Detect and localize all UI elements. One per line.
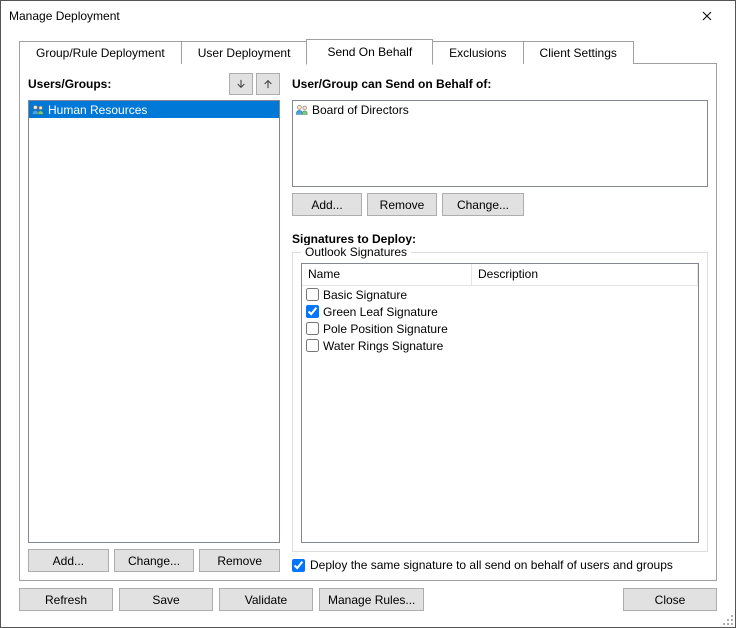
column-header-description[interactable]: Description [472, 264, 698, 286]
tab-user-deployment[interactable]: User Deployment [181, 41, 308, 64]
list-item[interactable]: Board of Directors [293, 101, 707, 118]
tab-client-settings[interactable]: Client Settings [523, 41, 634, 64]
tabstrip: Group/Rule Deployment User Deployment Se… [19, 39, 717, 64]
table-row[interactable]: Green Leaf Signature [302, 303, 698, 320]
signatures-label: Signatures to Deploy: [292, 232, 708, 246]
tab-exclusions[interactable]: Exclusions [432, 41, 523, 64]
behalf-list[interactable]: Board of Directors [292, 100, 708, 187]
signature-name: Pole Position Signature [323, 322, 448, 336]
table-header: Name Description [302, 264, 698, 286]
user-group-icon [31, 103, 45, 117]
arrow-up-icon [263, 78, 273, 90]
signature-checkbox[interactable] [306, 305, 319, 318]
validate-button[interactable]: Validate [219, 588, 313, 611]
bottom-button-bar: Refresh Save Validate Manage Rules... Cl… [9, 582, 727, 619]
users-change-button[interactable]: Change... [114, 549, 195, 572]
behalf-add-button[interactable]: Add... [292, 193, 362, 216]
manage-rules-button[interactable]: Manage Rules... [319, 588, 424, 611]
behalf-change-button[interactable]: Change... [442, 193, 524, 216]
list-item-label: Board of Directors [312, 103, 409, 117]
tab-send-on-behalf[interactable]: Send On Behalf [306, 39, 433, 65]
right-column: User/Group can Send on Behalf of: Board … [292, 72, 708, 572]
titlebar: Manage Deployment [1, 1, 735, 31]
tab-panel: Users/Groups: [19, 63, 717, 581]
close-icon[interactable] [687, 1, 727, 31]
table-row[interactable]: Water Rings Signature [302, 337, 698, 354]
list-item[interactable]: Human Resources [29, 101, 279, 118]
signatures-table: Name Description Basic Signature Green L… [301, 263, 699, 543]
signature-name: Basic Signature [323, 288, 407, 302]
refresh-button[interactable]: Refresh [19, 588, 113, 611]
signature-checkbox[interactable] [306, 322, 319, 335]
signature-name: Water Rings Signature [323, 339, 443, 353]
outlook-signatures-group: Outlook Signatures Name Description Basi… [292, 252, 708, 552]
column-header-name[interactable]: Name [302, 264, 472, 286]
close-button[interactable]: Close [623, 588, 717, 611]
deploy-all-checkbox[interactable] [292, 559, 305, 572]
signature-checkbox[interactable] [306, 339, 319, 352]
content-area: Group/Rule Deployment User Deployment Se… [1, 31, 735, 627]
table-row[interactable]: Pole Position Signature [302, 320, 698, 337]
signature-name: Green Leaf Signature [323, 305, 438, 319]
window-title: Manage Deployment [9, 9, 120, 23]
deploy-all-label: Deploy the same signature to all send on… [310, 558, 673, 572]
users-add-button[interactable]: Add... [28, 549, 109, 572]
move-down-button[interactable] [229, 73, 253, 95]
users-groups-label: Users/Groups: [28, 77, 111, 91]
tab-group-rule-deployment[interactable]: Group/Rule Deployment [19, 41, 182, 64]
table-row[interactable]: Basic Signature [302, 286, 698, 303]
users-remove-button[interactable]: Remove [199, 549, 280, 572]
signature-checkbox[interactable] [306, 288, 319, 301]
list-item-label: Human Resources [48, 103, 147, 117]
move-up-button[interactable] [256, 73, 280, 95]
behalf-remove-button[interactable]: Remove [367, 193, 437, 216]
deployment-dialog: Manage Deployment Group/Rule Deployment … [0, 0, 736, 628]
users-groups-list[interactable]: Human Resources [28, 100, 280, 543]
behalf-label: User/Group can Send on Behalf of: [292, 77, 491, 91]
groupbox-legend: Outlook Signatures [301, 245, 411, 259]
users-groups-column: Users/Groups: [28, 72, 280, 572]
user-group-icon [295, 103, 309, 117]
arrow-down-icon [236, 78, 246, 90]
resize-grip-icon[interactable] [720, 612, 734, 626]
save-button[interactable]: Save [119, 588, 213, 611]
